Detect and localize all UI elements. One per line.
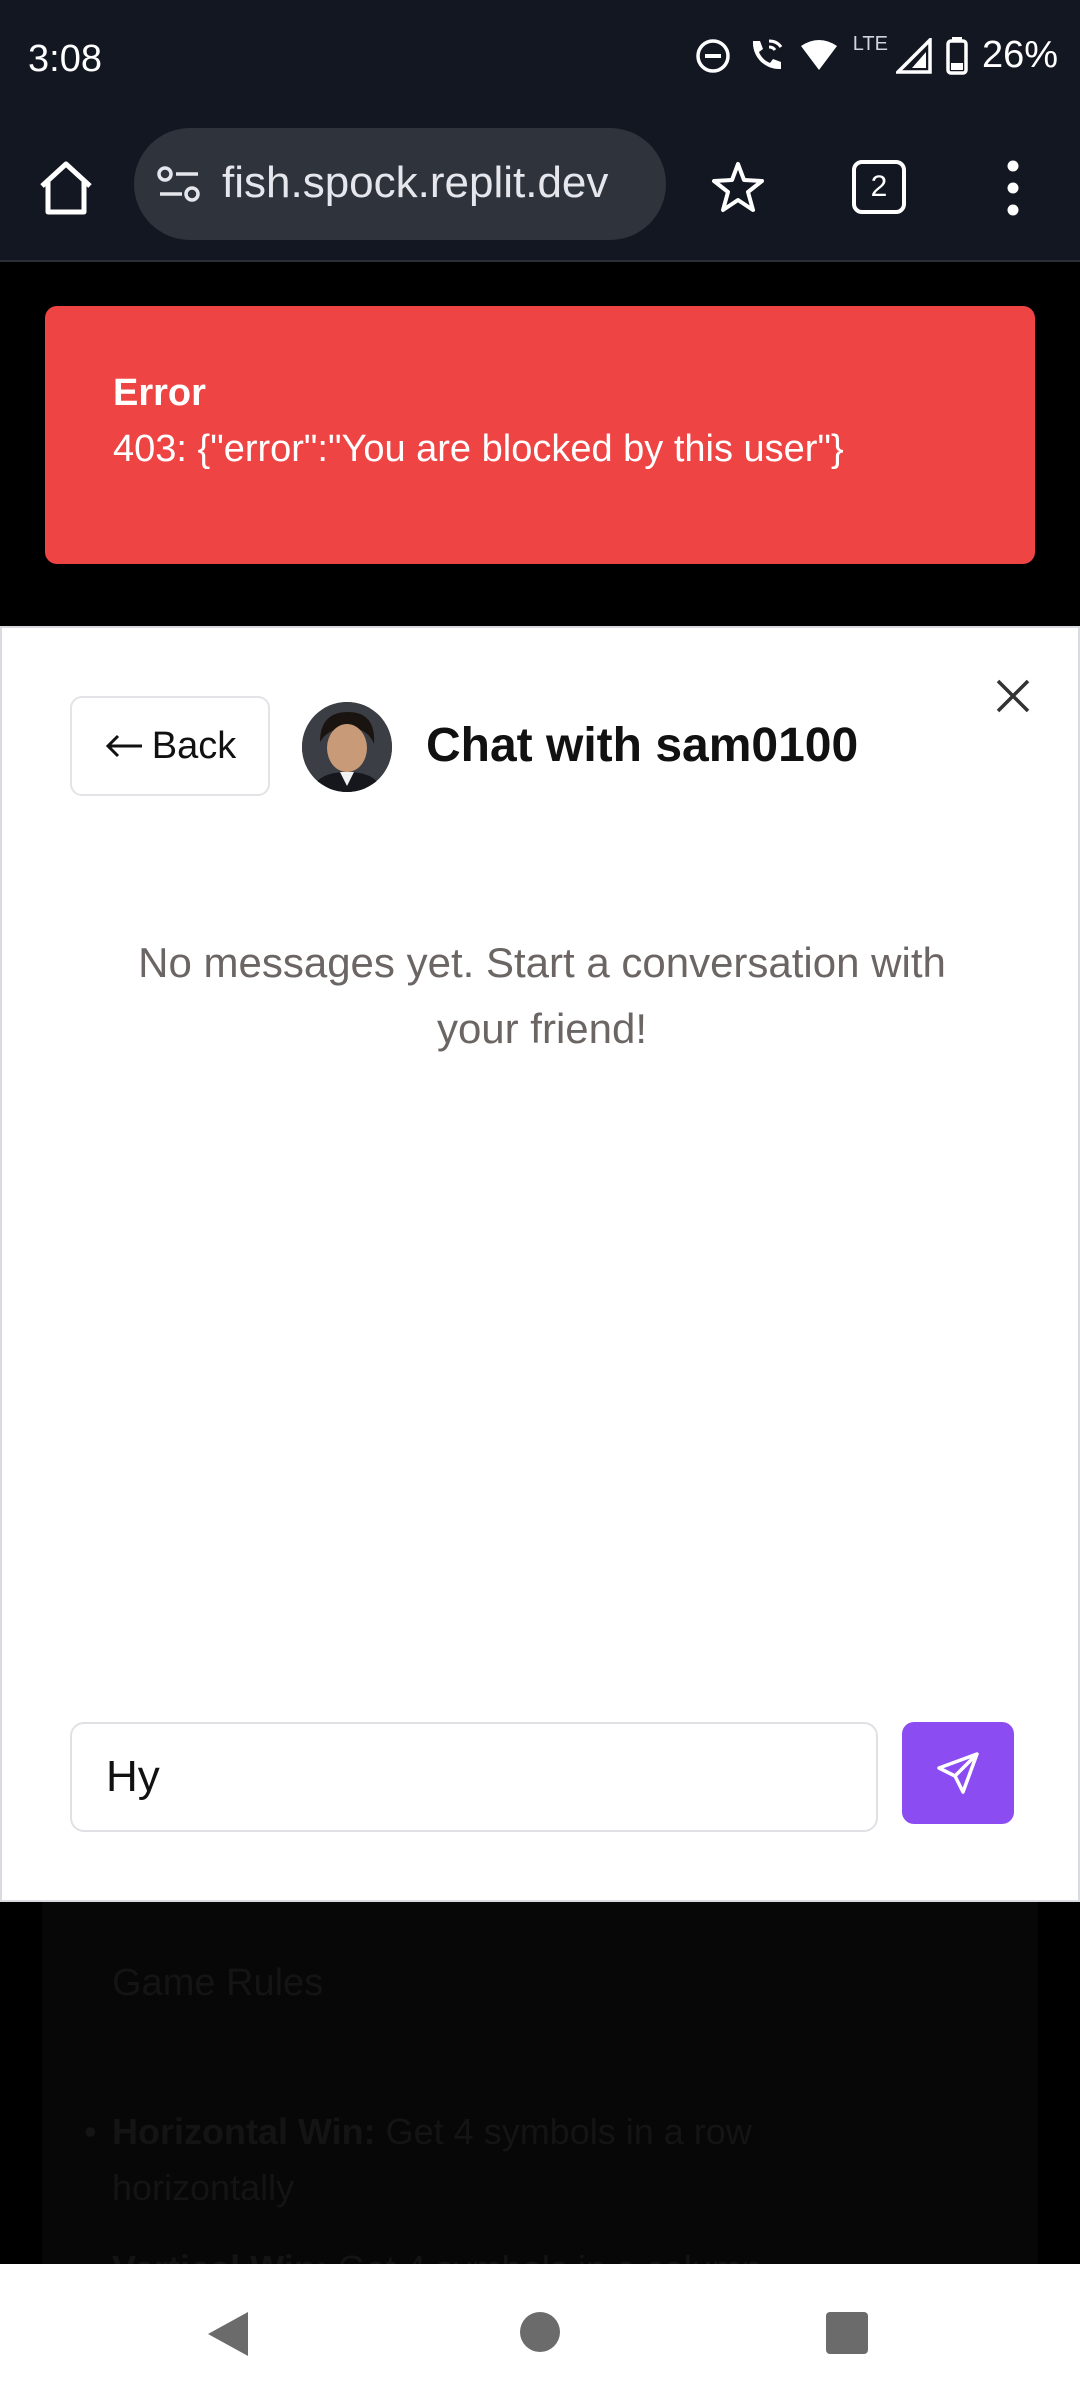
browser-toolbar: fish.spock.replit.dev 2 xyxy=(0,124,1080,262)
do-not-disturb-icon xyxy=(695,38,730,73)
wifi-calling-icon xyxy=(752,39,782,69)
avatar xyxy=(302,702,392,792)
status-icons: LTE 26% xyxy=(695,33,1058,77)
rule-text: Get 4 symbols in a column xyxy=(328,2248,762,2264)
page-content: Error 403: {"error":"You are blocked by … xyxy=(0,262,1080,2264)
avatar-image xyxy=(302,702,392,792)
error-toast: Error 403: {"error":"You are blocked by … xyxy=(45,306,1035,564)
nav-back-icon[interactable] xyxy=(206,2310,250,2358)
url-text: fish.spock.replit.dev xyxy=(222,158,609,207)
error-title: Error xyxy=(113,372,206,414)
system-nav-bar xyxy=(0,2264,1080,2400)
arrow-left-icon xyxy=(105,734,142,758)
rule-title: Vertical Win: xyxy=(112,2248,328,2264)
back-button[interactable]: Back xyxy=(70,696,270,796)
rule-title: Horizontal Win: xyxy=(112,2111,376,2152)
empty-state-message: No messages yet. Start a conversation wi… xyxy=(138,939,946,1052)
more-menu-icon[interactable] xyxy=(996,158,1030,218)
send-button[interactable] xyxy=(902,1722,1014,1824)
tab-switcher-button[interactable]: 2 xyxy=(852,160,906,214)
bookmark-star-icon[interactable] xyxy=(710,160,766,216)
error-message: 403: {"error":"You are blocked by this u… xyxy=(113,428,844,470)
rule-item: Vertical Win: Get 4 symbols in a column xyxy=(112,2248,762,2264)
home-icon[interactable] xyxy=(34,156,98,220)
nav-home-icon[interactable] xyxy=(520,2312,560,2352)
chat-title: Chat with sam0100 xyxy=(426,719,859,772)
network-type: LTE xyxy=(852,33,888,55)
bullet-icon: • xyxy=(84,2111,97,2152)
message-input[interactable]: Hy xyxy=(70,1722,878,1832)
status-time: 3:08 xyxy=(28,38,102,80)
rule-item: • Horizontal Win: Get 4 symbols in a row… xyxy=(84,2104,872,2216)
back-label: Back xyxy=(151,724,237,767)
cell-signal-icon xyxy=(895,37,932,74)
send-icon xyxy=(937,1752,979,1794)
chat-dialog: Back Chat with sam0100 No messages yet. … xyxy=(0,626,1080,1902)
wifi-icon xyxy=(800,39,837,70)
status-bar: 3:08 LTE 26% xyxy=(0,0,1080,124)
rules-heading: Game Rules xyxy=(112,1962,324,2004)
address-bar[interactable]: fish.spock.replit.dev xyxy=(134,128,666,240)
close-icon[interactable] xyxy=(990,673,1036,719)
site-settings-icon[interactable] xyxy=(156,164,202,204)
battery-level: 26% xyxy=(981,34,1058,76)
battery-icon xyxy=(946,36,968,75)
nav-recents-icon[interactable] xyxy=(826,2312,868,2354)
